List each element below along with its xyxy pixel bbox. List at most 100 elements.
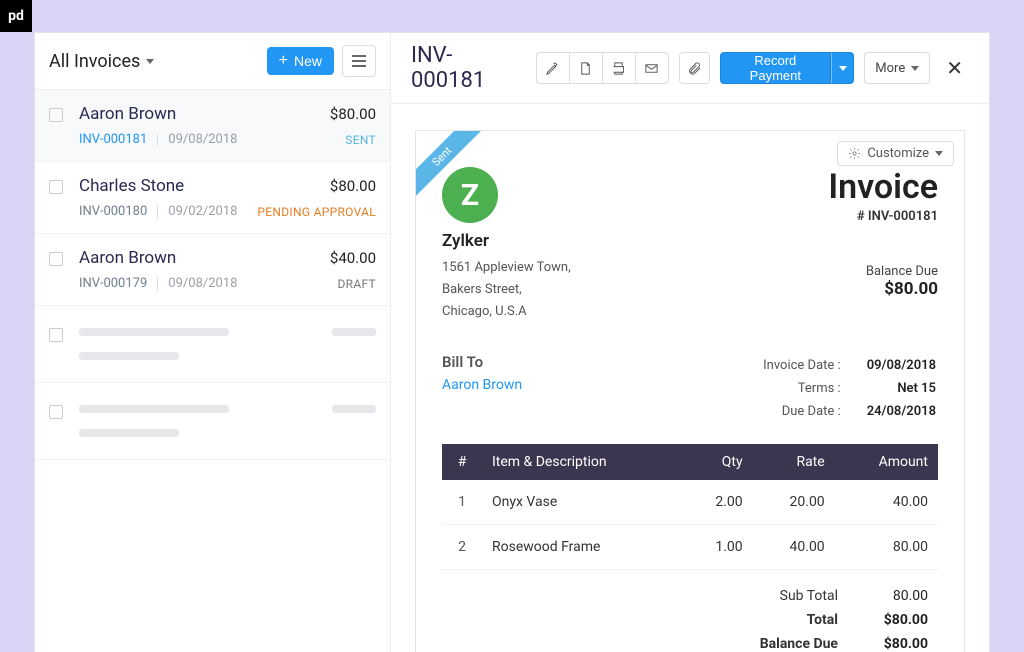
bill-to-label: Bill To xyxy=(442,353,522,371)
bill-to-block: Bill To Aaron Brown xyxy=(442,353,522,424)
totals-block: Sub Total80.00 Total$80.00 Balance Due$8… xyxy=(442,584,938,652)
line-desc: Rosewood Frame xyxy=(482,525,682,570)
invoice-list-item[interactable]: Aaron Brown$40.00INV-00017909/08/2018DRA… xyxy=(35,234,390,306)
list-item-skeleton xyxy=(35,383,390,460)
plus-icon: + xyxy=(279,53,288,69)
edit-button[interactable] xyxy=(536,52,570,84)
gear-icon xyxy=(848,147,861,160)
customer-name: Aaron Brown xyxy=(79,248,176,268)
line-amount: 40.00 xyxy=(835,480,938,525)
address-line: Chicago, U.S.A xyxy=(442,301,571,323)
checkbox[interactable] xyxy=(49,180,63,194)
customer-name: Aaron Brown xyxy=(79,104,176,124)
ribbon-label: Sent xyxy=(416,131,484,199)
invoice-sidebar: All Invoices + New Aaron Brown $80.00 INV-… xyxy=(35,33,391,652)
more-label: More xyxy=(875,61,905,76)
chevron-down-icon xyxy=(146,59,154,64)
paperclip-icon xyxy=(687,61,702,76)
line-rate: 40.00 xyxy=(753,525,835,570)
pdf-button[interactable] xyxy=(569,52,603,84)
close-icon: ✕ xyxy=(946,56,963,80)
address-line: Bakers Street, xyxy=(442,279,571,301)
invoice-list-item[interactable]: Aaron Brown $80.00 INV-000181 09/08/2018 SEN… xyxy=(35,90,390,162)
line-item-row: 1Onyx Vase2.0020.0040.00 xyxy=(442,480,938,525)
print-button[interactable] xyxy=(602,52,636,84)
col-amount: Amount xyxy=(835,444,938,480)
attach-button[interactable] xyxy=(679,52,710,84)
line-qty: 1.00 xyxy=(682,525,752,570)
balance-due-label: Balance Due xyxy=(828,264,938,279)
line-num: 2 xyxy=(442,525,482,570)
invoice-detail: INV-000181 Record Payment More ✕ xyxy=(391,33,989,652)
line-items-table: # Item & Description Qty Rate Amount 1On… xyxy=(442,444,938,570)
checkbox[interactable] xyxy=(49,252,63,266)
customize-label: Customize xyxy=(867,146,929,161)
new-invoice-button[interactable]: + New xyxy=(267,47,334,75)
invoice-amount: $80.00 xyxy=(330,177,376,195)
mail-icon xyxy=(644,61,659,76)
sidebar-header: All Invoices + New xyxy=(35,33,390,90)
col-qty: Qty xyxy=(682,444,752,480)
invoice-id: INV-000181 xyxy=(79,132,147,147)
meta-value: 24/08/2018 xyxy=(843,401,936,422)
meta-label: Due Date : xyxy=(739,401,841,422)
line-rate: 20.00 xyxy=(753,480,835,525)
subtotal-value: 80.00 xyxy=(838,588,928,604)
line-desc: Onyx Vase xyxy=(482,480,682,525)
record-payment-dropdown[interactable] xyxy=(831,52,854,84)
invoice-status: PENDING APPROVAL xyxy=(257,205,376,219)
invoice-list-item[interactable]: Charles Stone $80.00 INV-000180 09/02/2018 P… xyxy=(35,162,390,234)
balance-value: $80.00 xyxy=(838,636,928,652)
col-item: Item & Description xyxy=(482,444,682,480)
invoice-number: # INV-000181 xyxy=(828,209,938,224)
customer-link[interactable]: Aaron Brown xyxy=(442,377,522,393)
customize-button[interactable]: Customize xyxy=(837,141,954,166)
app-window: All Invoices + New Aaron Brown $80.00 INV-… xyxy=(34,32,990,652)
invoice-id: INV-000180 xyxy=(79,204,147,219)
line-amount: 80.00 xyxy=(835,525,938,570)
document-viewport[interactable]: Sent Customize Z Zylker 1561 Appleview T… xyxy=(391,104,989,652)
checkbox[interactable] xyxy=(49,405,63,419)
line-qty: 2.00 xyxy=(682,480,752,525)
meta-value: 09/08/2018 xyxy=(843,355,936,376)
corner-logo: pd xyxy=(0,0,32,32)
invoice-heading: Invoice xyxy=(828,167,938,207)
action-icon-group xyxy=(536,52,669,84)
invoice-status: SENT xyxy=(345,133,376,147)
checkbox[interactable] xyxy=(49,108,63,122)
record-payment-button[interactable]: Record Payment xyxy=(720,52,832,84)
invoice-amount: $40.00 xyxy=(330,249,376,267)
invoice-list: Aaron Brown $80.00 INV-000181 09/08/2018 SEN… xyxy=(35,90,390,652)
checkbox[interactable] xyxy=(49,328,63,342)
col-rate: Rate xyxy=(753,444,835,480)
chevron-down-icon xyxy=(839,66,847,71)
meta-label: Terms : xyxy=(739,378,841,399)
balance-due-value: $80.00 xyxy=(828,279,938,299)
meta-value: Net 15 xyxy=(843,378,936,399)
invoice-id: INV-000179 xyxy=(79,276,147,291)
customer-name: Charles Stone xyxy=(79,176,184,196)
email-button[interactable] xyxy=(635,52,669,84)
invoice-title: INV-000181 xyxy=(411,43,516,93)
list-menu-button[interactable] xyxy=(342,45,376,77)
invoice-date: 09/08/2018 xyxy=(168,276,237,291)
more-menu-button[interactable]: More xyxy=(864,52,930,84)
detail-toolbar: INV-000181 Record Payment More ✕ xyxy=(391,33,989,104)
col-num: # xyxy=(442,444,482,480)
invoice-amount: $80.00 xyxy=(330,105,376,123)
line-num: 1 xyxy=(442,480,482,525)
line-item-row: 2Rosewood Frame1.0040.0080.00 xyxy=(442,525,938,570)
invoice-summary: Invoice # INV-000181 Balance Due $80.00 xyxy=(828,167,938,323)
close-button[interactable]: ✕ xyxy=(940,52,969,84)
invoice-date: 09/08/2018 xyxy=(168,132,237,147)
view-filter-dropdown[interactable]: All Invoices xyxy=(49,51,154,72)
pencil-icon xyxy=(545,61,560,76)
balance-label: Balance Due xyxy=(760,636,838,652)
invoice-document: Sent Customize Z Zylker 1561 Appleview T… xyxy=(415,130,965,652)
view-filter-label: All Invoices xyxy=(49,51,140,72)
chevron-down-icon xyxy=(911,66,919,71)
meta-label: Invoice Date : xyxy=(739,355,841,376)
invoice-date: 09/02/2018 xyxy=(168,204,237,219)
company-name: Zylker xyxy=(442,231,571,251)
total-value: $80.00 xyxy=(838,612,928,628)
